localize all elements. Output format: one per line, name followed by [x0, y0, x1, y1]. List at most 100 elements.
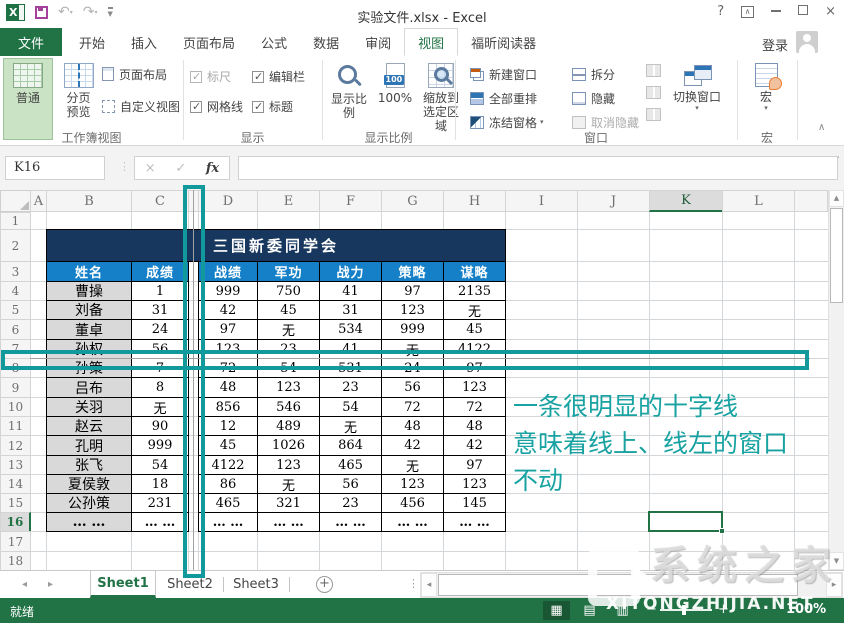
table-cell[interactable]: 曹操: [46, 281, 132, 301]
table-cell[interactable]: 无: [381, 339, 444, 359]
table-cell[interactable]: … …: [381, 512, 444, 532]
table-cell[interactable]: 1: [131, 281, 189, 301]
table-cell[interactable]: 31: [131, 300, 189, 320]
table-cell[interactable]: 42: [198, 300, 258, 320]
column-header-A[interactable]: A: [30, 190, 47, 212]
row-header-4[interactable]: 4: [0, 281, 31, 301]
sheet-tab-sheet1[interactable]: Sheet1: [90, 571, 156, 598]
scroll-up-arrow[interactable]: ▲: [829, 190, 844, 207]
row-header-13[interactable]: 13: [0, 455, 31, 475]
table-cell[interactable]: 夏侯敦: [46, 474, 132, 494]
table-cell[interactable]: 无: [381, 455, 444, 475]
sheet-scroll-left-button[interactable]: ◂: [22, 579, 27, 590]
scroll-right-arrow[interactable]: ▸: [826, 573, 842, 597]
row-header-10[interactable]: 10: [0, 397, 31, 417]
row-header-11[interactable]: 11: [0, 416, 31, 436]
table-cell[interactable]: 531: [319, 358, 382, 378]
table-cell[interactable]: 42: [443, 435, 506, 456]
table-cell[interactable]: 45: [443, 319, 506, 340]
new-sheet-button[interactable]: +: [316, 576, 333, 593]
table-cell[interactable]: 97: [443, 455, 506, 475]
table-cell[interactable]: 465: [319, 455, 382, 475]
table-cell[interactable]: 42: [381, 435, 444, 456]
table-cell[interactable]: 41: [319, 281, 382, 301]
page-break-status-button[interactable]: ▥: [609, 601, 636, 620]
table-header-cell[interactable]: 谋略: [443, 261, 506, 282]
table-cell[interactable]: 公孙策: [46, 493, 132, 513]
table-cell[interactable]: 48: [381, 416, 444, 436]
row-header-6[interactable]: 6: [0, 319, 31, 340]
table-cell[interactable]: 24: [381, 358, 444, 378]
table-header-cell[interactable]: 策略: [381, 261, 444, 282]
horizontal-scroll-thumb[interactable]: [438, 574, 798, 596]
table-cell[interactable]: 12: [198, 416, 258, 436]
table-cell[interactable]: 123: [443, 377, 506, 398]
table-cell[interactable]: 465: [198, 493, 258, 513]
table-cell[interactable]: 45: [257, 300, 320, 320]
row-header-16[interactable]: 16: [0, 512, 31, 532]
table-cell[interactable]: 72: [381, 397, 444, 417]
row-header-5[interactable]: 5: [0, 300, 31, 320]
table-cell[interactable]: 750: [257, 281, 320, 301]
table-cell[interactable]: 4122: [443, 339, 506, 359]
table-cell[interactable]: 123: [257, 377, 320, 398]
zoom-slider[interactable]: [660, 609, 712, 611]
vertical-scroll-thumb[interactable]: [830, 208, 843, 303]
table-header-cell[interactable]: 军功: [257, 261, 320, 282]
table-cell[interactable]: 41: [319, 339, 382, 359]
column-header-J[interactable]: J: [577, 190, 650, 212]
table-cell[interactable]: 23: [257, 339, 320, 359]
table-cell[interactable]: 999: [381, 319, 444, 340]
table-cell[interactable]: 关羽: [46, 397, 132, 417]
table-cell[interactable]: 无: [443, 300, 506, 320]
table-header-cell[interactable]: 战绩: [198, 261, 258, 282]
table-cell[interactable]: 吕布: [46, 377, 132, 398]
table-cell[interactable]: 97: [198, 319, 258, 340]
table-cell[interactable]: 48: [198, 377, 258, 398]
table-header-cell[interactable]: 战力: [319, 261, 382, 282]
column-header-G[interactable]: G: [381, 190, 444, 212]
scroll-down-arrow[interactable]: ▼: [829, 552, 844, 570]
table-cell[interactable]: 23: [319, 377, 382, 398]
column-header-K[interactable]: K: [649, 190, 723, 212]
table-cell[interactable]: 321: [257, 493, 320, 513]
table-cell[interactable]: 48: [443, 416, 506, 436]
column-header-H[interactable]: H: [443, 190, 506, 212]
table-cell[interactable]: 123: [381, 300, 444, 320]
table-cell[interactable]: 赵云: [46, 416, 132, 436]
table-cell[interactable]: … …: [319, 512, 382, 532]
table-cell[interactable]: 56: [381, 377, 444, 398]
column-header-D[interactable]: D: [198, 190, 258, 212]
fill-handle[interactable]: [719, 528, 725, 534]
sheet-tab-sheet2[interactable]: Sheet2: [158, 571, 222, 598]
table-cell[interactable]: 无: [319, 416, 382, 436]
table-cell[interactable]: 8: [131, 377, 189, 398]
table-header-cell[interactable]: 成绩: [131, 261, 189, 282]
normal-view-status-button[interactable]: ▦: [543, 601, 570, 620]
table-cell[interactable]: 刘备: [46, 300, 132, 320]
table-cell[interactable]: 无: [257, 474, 320, 494]
table-cell[interactable]: … …: [131, 512, 189, 532]
row-header-9[interactable]: 9: [0, 377, 31, 398]
row-header-15[interactable]: 15: [0, 493, 31, 513]
table-cell[interactable]: 孙策: [46, 358, 132, 378]
row-header-1[interactable]: 1: [0, 212, 31, 230]
zoom-in-button[interactable]: +: [718, 602, 729, 617]
horizontal-scrollbar[interactable]: ◂ ▸: [420, 572, 843, 598]
table-cell[interactable]: 56: [319, 474, 382, 494]
table-cell[interactable]: 97: [381, 281, 444, 301]
table-cell[interactable]: 孙权: [46, 339, 132, 359]
table-cell[interactable]: 90: [131, 416, 189, 436]
page-layout-status-button[interactable]: ▤: [576, 601, 603, 620]
table-cell[interactable]: 31: [319, 300, 382, 320]
table-cell[interactable]: 孔明: [46, 435, 132, 456]
row-header-3[interactable]: 3: [0, 261, 31, 282]
row-header-18[interactable]: 18: [0, 551, 31, 571]
selected-cell-K16[interactable]: [648, 511, 723, 532]
table-header-cell[interactable]: 姓名: [46, 261, 132, 282]
table-cell[interactable]: 7: [131, 358, 189, 378]
table-cell[interactable]: 534: [319, 319, 382, 340]
table-cell[interactable]: 4122: [198, 455, 258, 475]
table-cell[interactable]: 54: [131, 455, 189, 475]
row-header-7[interactable]: 7: [0, 339, 31, 359]
